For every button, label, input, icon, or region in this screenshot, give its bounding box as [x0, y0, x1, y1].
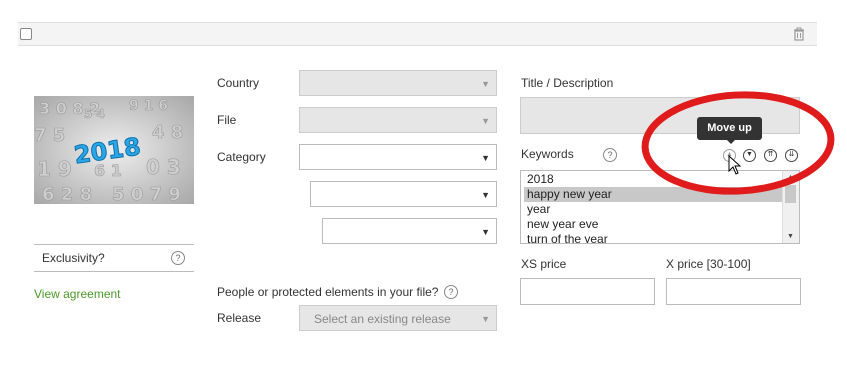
subcategory-select[interactable]: ▼ [310, 181, 497, 207]
select-checkbox[interactable] [20, 28, 32, 40]
help-icon[interactable]: ? [171, 251, 185, 265]
chevron-down-icon: ▼ [481, 79, 490, 89]
x-price-input[interactable] [666, 278, 801, 305]
svg-text:5 4: 5 4 [84, 107, 105, 121]
country-select[interactable]: ▼ [299, 70, 497, 96]
svg-text:0 3: 0 3 [146, 155, 181, 179]
chevron-down-icon: ▼ [481, 190, 490, 200]
file-thumbnail: 3 0 8 2 9 1 6 7 5 4 8 1 9 0 3 6 2 8 5 0 … [34, 96, 194, 204]
xs-price-input[interactable] [520, 278, 655, 305]
country-label: Country [217, 76, 260, 90]
chevron-down-icon: ▼ [481, 153, 490, 163]
x-price-label: X price [30-100] [666, 257, 751, 271]
item-header-bar [18, 22, 817, 46]
chevron-down-icon: ▼ [481, 227, 490, 237]
file-select[interactable]: ▼ [299, 107, 497, 133]
help-icon[interactable]: ? [444, 285, 458, 299]
help-icon[interactable]: ? [603, 148, 617, 162]
xs-price-label: XS price [521, 257, 567, 271]
chevron-down-icon: ▼ [481, 314, 490, 324]
category-select[interactable]: ▼ [299, 144, 497, 170]
release-label: Release [217, 311, 262, 325]
release-placeholder: Select an existing release [314, 312, 451, 326]
list-item[interactable]: turn of the year [527, 232, 608, 243]
svg-text:7 5: 7 5 [34, 125, 65, 146]
list-item[interactable]: new year eve [527, 217, 598, 232]
title-label: Title / Description [521, 76, 614, 90]
exclusivity-label: Exclusivity? [42, 251, 105, 265]
view-agreement-link[interactable]: View agreement [34, 287, 121, 301]
list-item[interactable]: year [527, 202, 550, 217]
svg-text:4 8: 4 8 [152, 122, 183, 143]
people-label: People or protected elements in your fil… [217, 285, 439, 299]
list-item[interactable]: 2018 [527, 172, 554, 187]
chevron-down-icon: ▼ [481, 116, 490, 126]
release-select[interactable]: Select an existing release ▼ [299, 305, 497, 331]
svg-text:1 9: 1 9 [37, 157, 72, 181]
scroll-down-icon[interactable]: ▼ [787, 233, 794, 240]
trash-icon[interactable] [792, 27, 806, 41]
file-label: File [217, 113, 237, 127]
subcategory2-select[interactable]: ▼ [322, 218, 497, 244]
svg-text:6 2 8: 6 2 8 [42, 184, 92, 204]
svg-text:9 1 6: 9 1 6 [129, 98, 168, 114]
category-label: Category [217, 150, 266, 164]
exclusivity-row[interactable]: Exclusivity? ? [34, 244, 194, 272]
svg-text:5 0 7 9: 5 0 7 9 [112, 184, 181, 204]
keywords-label: Keywords [521, 147, 574, 161]
highlight-ellipse [641, 91, 835, 195]
